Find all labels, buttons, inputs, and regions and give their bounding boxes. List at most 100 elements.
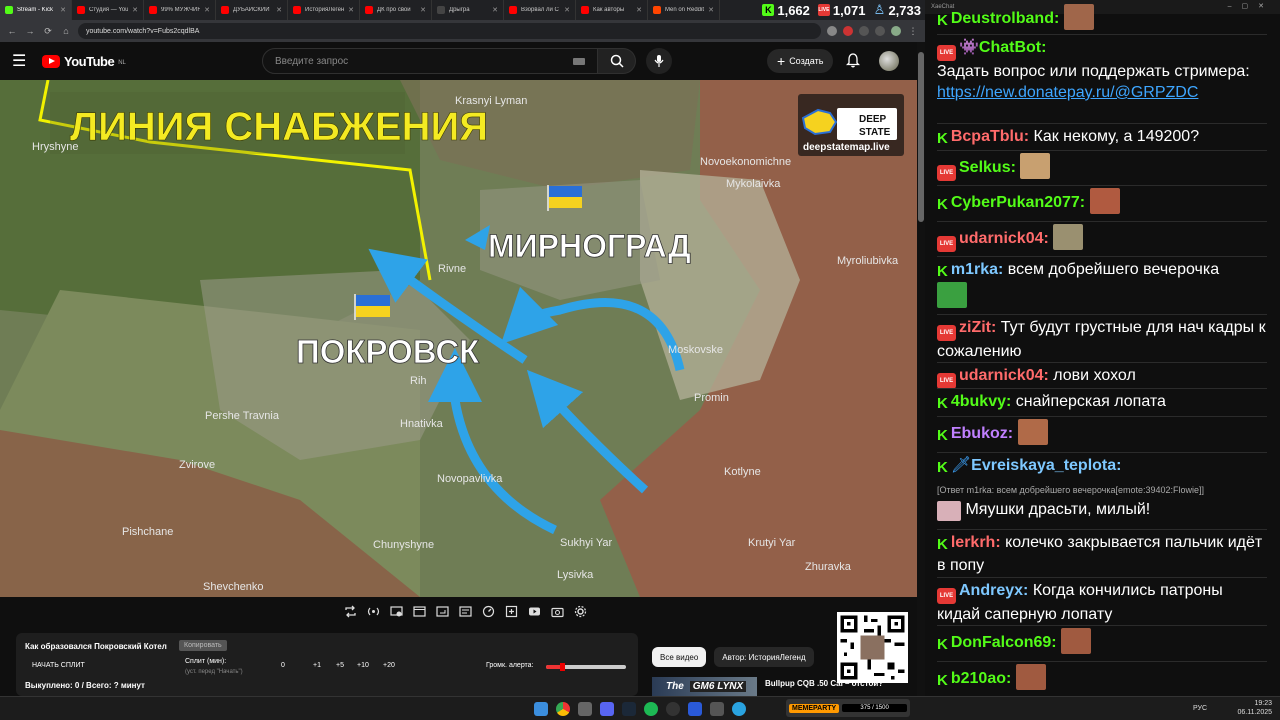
broadcast-icon[interactable]	[365, 603, 381, 619]
app-icon[interactable]	[710, 702, 724, 716]
slider-knob[interactable]	[560, 663, 565, 671]
browser-tab[interactable]: ИсторияЛегенд ✕	[288, 0, 360, 20]
place-label: Chunyshyne	[373, 539, 434, 551]
crop-icon[interactable]	[434, 603, 450, 619]
browser-tab[interactable]: Взорвал ли С ✕	[504, 0, 576, 20]
video-title: Как образовался Покровский Котел	[25, 642, 167, 651]
close-tab-icon[interactable]: ✕	[708, 6, 714, 14]
chat-message: K Ebukoz:	[937, 416, 1267, 446]
app-icon[interactable]	[578, 702, 592, 716]
place-label: Sukhyi Yar	[560, 537, 613, 549]
user-avatar[interactable]	[879, 51, 899, 71]
add-10-button[interactable]: +10	[357, 662, 369, 669]
chat-message: Klerkrh: колечко закрывается пальчик идё…	[937, 529, 1267, 576]
browser-tab[interactable]: Stream - Kick ✕	[0, 0, 72, 20]
camera-icon[interactable]	[549, 603, 565, 619]
back-icon[interactable]: ←	[6, 26, 18, 36]
home-icon[interactable]: ⌂	[60, 26, 72, 36]
browser-tab[interactable]: ДК про свой ✕	[360, 0, 432, 20]
film-icon[interactable]	[411, 603, 427, 619]
add-1-button[interactable]: +1	[313, 662, 321, 669]
notifications-bell-icon[interactable]	[846, 53, 860, 68]
obs-icon[interactable]	[666, 702, 680, 716]
add-20-button[interactable]: +20	[383, 662, 395, 669]
place-label: Pishchane	[122, 526, 173, 538]
telegram-icon[interactable]	[732, 702, 746, 716]
ukraine-flag-icon	[547, 185, 582, 211]
chat-message: K 4bukvy: снайперская лопата	[937, 388, 1267, 414]
live-icon: LIVE	[817, 4, 830, 16]
page-scrollbar[interactable]	[917, 42, 925, 696]
clock[interactable]: 19:23 06.11.2025	[1237, 699, 1272, 717]
discord-icon[interactable]	[600, 702, 614, 716]
city-label-myrnohrad: МИРНОГРАД	[488, 228, 691, 264]
extension-icon[interactable]	[843, 26, 853, 36]
place-label: Zhuravka	[805, 561, 852, 573]
close-tab-icon[interactable]: ✕	[636, 6, 642, 14]
kick-badge-icon: K	[937, 196, 948, 213]
profile-icon[interactable]	[891, 26, 901, 36]
close-tab-icon[interactable]: ✕	[204, 6, 210, 14]
browser-tab[interactable]: ДУБАЙСКИЙ ✕	[216, 0, 288, 20]
extension-icon[interactable]	[827, 26, 837, 36]
close-tab-icon[interactable]: ✕	[564, 6, 570, 14]
donate-link[interactable]: https://new.donatepay.ru/@GRPZDC	[937, 84, 1198, 101]
browser-tab[interactable]: Студия — YouTube✕	[72, 0, 144, 20]
browser-tab[interactable]: Men on Reddit ✕	[648, 0, 720, 20]
add-5-button[interactable]: +5	[336, 662, 344, 669]
chrome-icon[interactable]	[556, 702, 570, 716]
keyboard-icon[interactable]	[573, 57, 585, 65]
menu-icon[interactable]: ⋮	[907, 26, 919, 37]
close-tab-icon[interactable]: ✕	[60, 6, 66, 14]
speed-icon[interactable]	[480, 603, 496, 619]
chat-message: LIVE udarnick04:	[937, 221, 1267, 252]
language-indicator[interactable]: РУС	[1193, 705, 1207, 712]
extension-icon[interactable]	[859, 26, 869, 36]
youtube-box-icon[interactable]	[526, 603, 542, 619]
screen-share-icon[interactable]	[388, 603, 404, 619]
copy-button[interactable]: Копировать	[179, 640, 227, 651]
split-value: 0	[281, 662, 285, 669]
steam-icon[interactable]	[622, 702, 636, 716]
youtube-favicon-icon	[221, 6, 229, 14]
chip-all-videos[interactable]: Все видео	[652, 647, 707, 667]
spotify-icon[interactable]	[644, 702, 658, 716]
memeparty-widget[interactable]: MEMEPARTY 375 / 1500	[786, 699, 910, 717]
browser-tab[interactable]: 99% МУЖЧИН ✕	[144, 0, 216, 20]
qr-code	[837, 612, 908, 683]
youtube-logo[interactable]: YouTube NL	[42, 54, 126, 69]
start-split-button[interactable]: НАЧАТЬ СПЛИТ	[32, 662, 85, 669]
app-icon[interactable]	[688, 702, 702, 716]
total-viewers: ♙ 2,733	[873, 2, 921, 18]
download-icon[interactable]	[875, 26, 885, 36]
windows-start-icon[interactable]	[534, 702, 548, 716]
close-tab-icon[interactable]: ✕	[348, 6, 354, 14]
loop-icon[interactable]	[342, 603, 358, 619]
voice-search-button[interactable]	[646, 48, 672, 74]
close-tab-icon[interactable]: ✕	[420, 6, 426, 14]
video-player[interactable]: ЛИНИЯ СНАБЖЕНИЯ ПОКРОВСК МИРНОГРАД DEEP …	[0, 80, 917, 597]
place-label: Lysivka	[557, 569, 594, 581]
url-input[interactable]: youtube.com/watch?v=Fubs2cqdlBA	[78, 23, 821, 39]
subtitles-icon[interactable]	[457, 603, 473, 619]
gear-icon[interactable]	[572, 603, 588, 619]
scrollbar-thumb[interactable]	[918, 52, 924, 222]
search-button[interactable]	[598, 48, 636, 74]
search-input[interactable]: Введите запрос	[262, 48, 598, 74]
youtube-favicon-icon	[149, 6, 157, 14]
create-button[interactable]: + Создать	[767, 49, 834, 73]
forward-icon[interactable]: →	[24, 26, 36, 36]
browser-tab[interactable]: Дрыгра ✕	[432, 0, 504, 20]
recommended-video[interactable]: The GM6 LYNX Bullpup CQB .50 Cal – отстой…	[652, 677, 902, 696]
hamburger-menu-icon[interactable]: ☰	[12, 51, 36, 71]
close-tab-icon[interactable]: ✕	[492, 6, 498, 14]
close-tab-icon[interactable]: ✕	[132, 6, 138, 14]
add-box-icon[interactable]	[503, 603, 519, 619]
kick-badge-icon: K	[937, 130, 948, 147]
qr-finder-pattern	[840, 615, 858, 633]
chip-author[interactable]: Автор: ИсторияЛегенд	[714, 647, 814, 667]
browser-tab[interactable]: Как авторы ✕	[576, 0, 648, 20]
close-tab-icon[interactable]: ✕	[276, 6, 282, 14]
alert-volume-slider[interactable]	[546, 663, 626, 671]
reload-icon[interactable]: ⟳	[42, 26, 54, 37]
